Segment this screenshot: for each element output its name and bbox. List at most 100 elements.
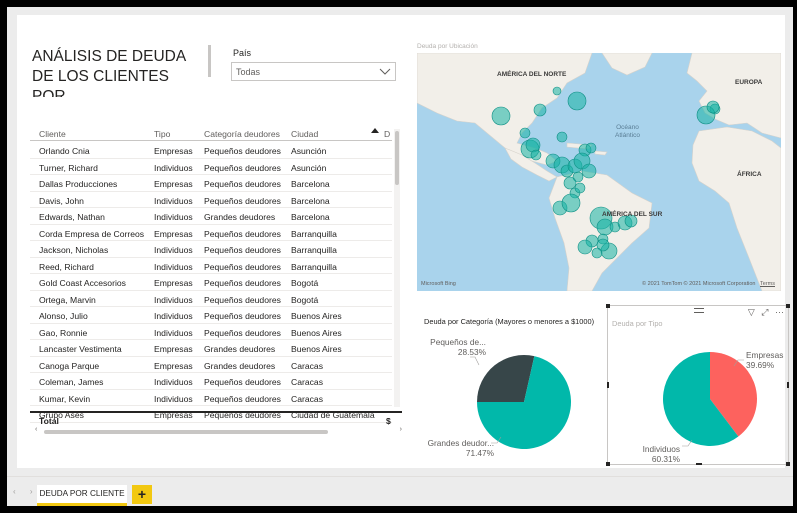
map-label-atlantic-ocean: Océano Atlántico [615,124,640,140]
cell-tipo: Individuos [154,294,193,305]
table-row[interactable]: Turner, Richard Individuos Pequeños deudor… [30,159,392,175]
map-bubble[interactable] [591,247,603,259]
cell-tipo: Individuos [154,311,193,321]
map-bubble[interactable] [706,100,720,114]
scrollbar-thumb[interactable] [44,430,328,434]
map-copyright: © 2021 TomTom © 2021 Microsoft Corporati… [642,281,775,287]
scroll-left-icon[interactable]: ‹ [35,426,37,433]
resize-handle[interactable] [786,462,790,466]
slice-percent: 39.69% [746,360,775,370]
cell-categoria: Grandes deudores [204,212,276,222]
cell-ciudad: Asunción [291,146,327,156]
table-row[interactable]: Reed, Richard Individuos Pequeños deudores… [30,258,392,274]
table-vertical-scrollbar[interactable] [394,129,400,407]
map-bubble[interactable] [519,127,531,139]
resize-handle[interactable] [786,304,790,308]
map-bubble[interactable] [581,163,597,179]
table-row[interactable]: Gold Coast Accesorios Empresas Pequeños de… [30,274,392,291]
map-bubble[interactable] [563,176,577,190]
map-bubble[interactable] [561,193,581,213]
table-row[interactable]: Orlando Cnia Empresas Pequeños deudores Asu… [30,142,392,159]
map-bubble[interactable] [577,239,593,255]
table-total-row: Total $ [30,411,402,426]
terms-link[interactable]: Terms [760,281,775,287]
resize-handle[interactable] [787,382,789,388]
cell-ciudad: Buenos Aires [291,327,342,338]
cell-ciudad: Barcelona [291,212,330,222]
total-value: $ [386,416,391,426]
map-bubble[interactable] [574,182,586,194]
page-tab-bar: ‹ › DEUDA POR CLIENTE + [7,476,793,506]
cell-categoria: Pequeños deudores [204,245,281,255]
cell-ciudad: Barcelona [291,195,330,206]
cell-categoria: Pequeños deudores [204,162,281,173]
cell-tipo: Empresas [154,179,193,189]
table-row[interactable]: Kumar, Kevin Individuos Pequeños deudores C… [30,390,392,406]
column-header-tipo[interactable]: Tipo [154,129,202,139]
cell-cliente: Coleman, James [39,377,104,387]
cell-ciudad: Bogotá [291,278,319,288]
table-row[interactable]: Canoga Parque Empresas Grandes deudores Car… [30,357,392,373]
copyright-text: © 2021 TomTom © 2021 Microsoft Corporati… [642,281,756,287]
table-row[interactable]: Gao, Ronnie Individuos Pequeños deudores Bu… [30,324,392,340]
map-bubble[interactable] [567,91,587,111]
slice-name: Pequeños de... [430,337,486,347]
report-canvas: ANÁLISIS DE DEUDA DE LOS CLIENTES POR Pa… [17,15,790,468]
tab-deuda-por-cliente[interactable]: DEUDA POR CLIENTE [37,485,127,506]
table-horizontal-scrollbar[interactable]: ‹ › [30,426,402,435]
sort-ascending-icon[interactable] [371,128,379,133]
resize-handle[interactable] [606,304,610,308]
focus-mode-icon[interactable]: ⤢ [761,307,768,317]
map-label-north-america: AMÉRICA DEL NORTE [497,71,567,78]
country-slicer-label: País [233,48,252,58]
map-bubble[interactable] [525,137,541,153]
cell-tipo: Individuos [154,212,193,222]
table-row[interactable]: Edwards, Nathan Individuos Grandes deudore… [30,208,392,225]
cell-tipo: Empresas [154,344,193,354]
cell-cliente: Edwards, Nathan [39,212,105,222]
table-row[interactable]: Dallas Producciones Empresas Pequeños deud… [30,175,392,192]
add-page-button[interactable]: + [132,485,152,504]
debt-map[interactable]: AMÉRICA DEL NORTE EUROPA ÁFRICA AMÉRICA … [417,53,781,291]
table-row[interactable]: Davis, John Individuos Pequeños deudores Ba… [30,192,392,208]
resize-handle[interactable] [696,463,702,465]
pie-tipo-visual[interactable]: ▽ ⤢ ··· Deuda por Tipo Empresas 39.69% I… [606,304,790,466]
table-row[interactable]: Alonso, Julio Individuos Pequeños deudores… [30,307,392,324]
map-title: Deuda por Ubicación [417,43,478,50]
cell-ciudad: Caracas [291,377,323,387]
map-bubble[interactable] [556,131,568,143]
more-options-icon[interactable]: ··· [775,307,784,317]
map-bubble[interactable] [533,103,547,117]
cell-tipo: Individuos [154,261,193,272]
cell-tipo: Individuos [154,162,193,173]
resize-handle[interactable] [606,462,610,466]
filter-icon[interactable]: ▽ [748,307,755,317]
map-bubble[interactable] [491,106,511,126]
column-header-cliente[interactable]: Cliente [39,129,149,139]
table-header: Cliente Tipo Categoría deudores Ciudad D [30,125,392,141]
country-slicer-dropdown[interactable]: Todas [231,62,396,81]
table-row[interactable]: Ortega, Marvin Individuos Pequeños deudore… [30,291,392,307]
scroll-right-icon[interactable]: › [400,426,402,433]
cell-ciudad: Buenos Aires [291,344,342,354]
cell-cliente: Gao, Ronnie [39,327,88,338]
slice-name: Grandes deudor... [427,438,494,448]
table-row[interactable]: Coleman, James Individuos Pequeños deudore… [30,373,392,390]
scrollbar-thumb[interactable] [395,131,399,185]
drag-handle-icon[interactable] [694,308,704,313]
country-slicer-value: Todas [236,67,261,77]
map-bubble[interactable] [585,142,597,154]
map-label-europe: EUROPA [735,79,763,86]
bing-logo: Microsoft Bing [421,281,456,287]
table-row[interactable]: Jackson, Nicholas Individuos Pequeños deud… [30,241,392,258]
pie-categoria-title: Deuda por Categoría (Mayores o menores a… [424,317,595,326]
map-bubble[interactable] [552,86,562,96]
resize-handle[interactable] [607,382,609,388]
table-row[interactable]: Corda Empresa de Correos Empresas Pequeños… [30,225,392,241]
column-header-categoria[interactable]: Categoría deudores [204,129,288,139]
table-row[interactable]: Lancaster Vestimenta Empresas Grandes deud… [30,340,392,357]
cell-ciudad: Buenos Aires [291,311,342,321]
page-nav-arrows[interactable]: ‹ › [13,487,39,496]
map-bubble[interactable] [530,149,542,161]
cell-cliente: Gold Coast Accesorios [39,278,126,288]
